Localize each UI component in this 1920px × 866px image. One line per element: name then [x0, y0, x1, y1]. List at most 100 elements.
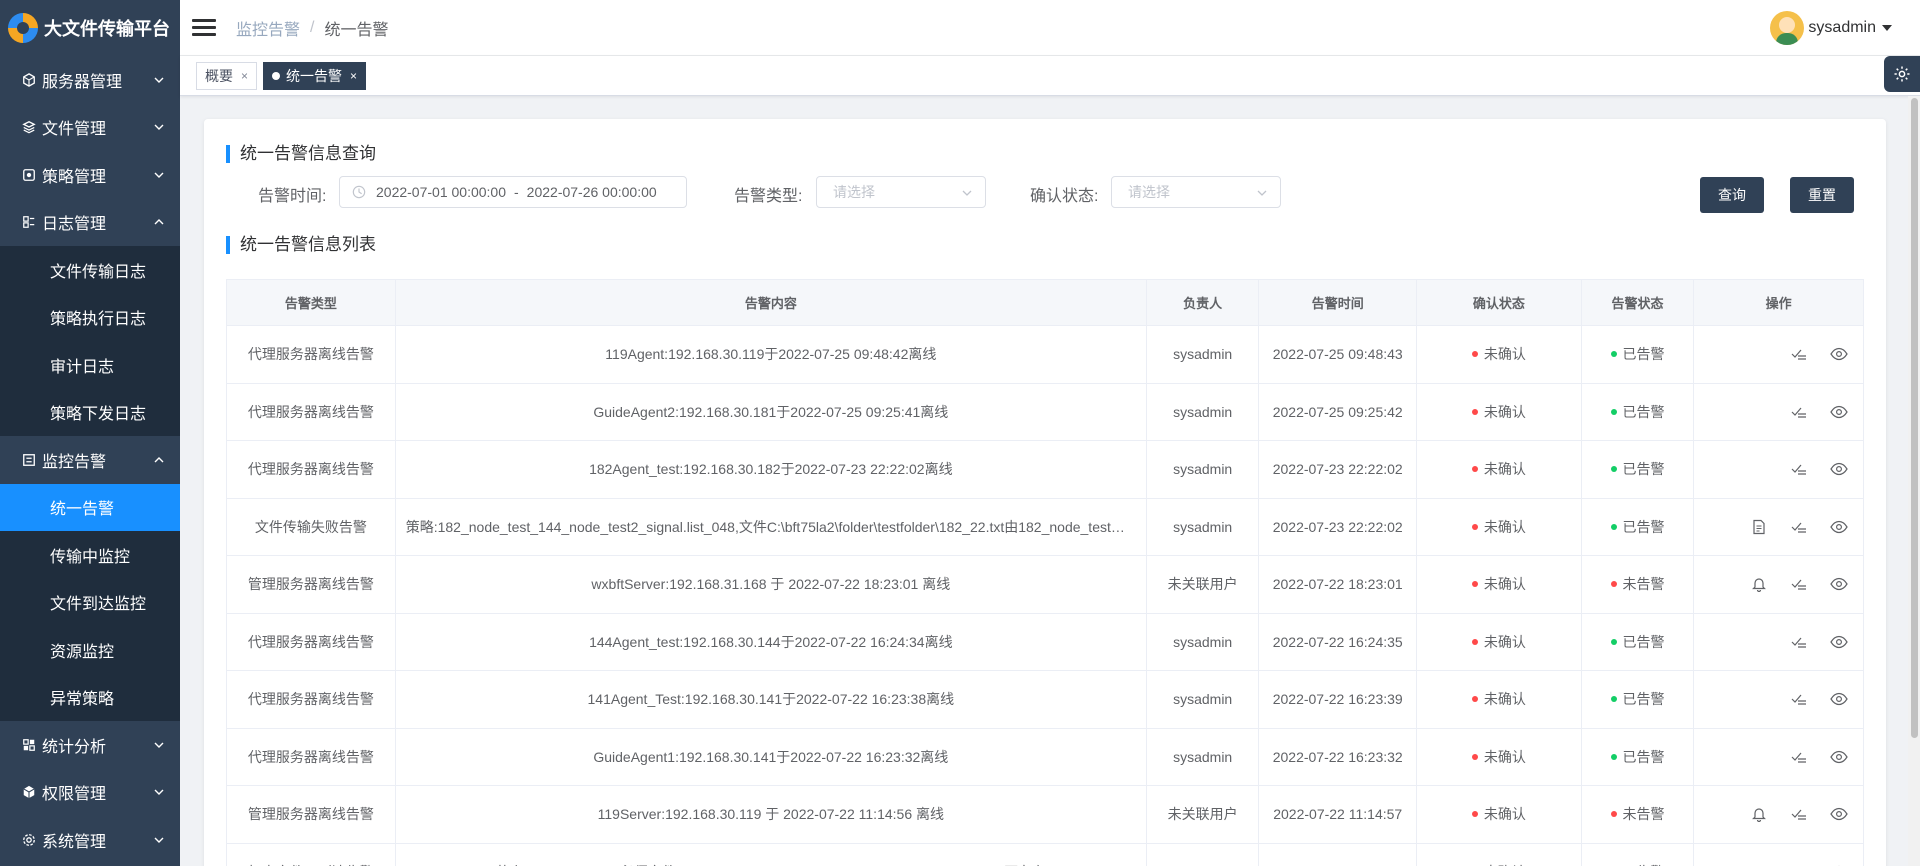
sidebar-subitem[interactable]: 传输中监控 [0, 531, 180, 579]
sidebar-item-5[interactable]: 统计分析 [0, 721, 180, 769]
bell-icon[interactable] [1749, 804, 1769, 824]
confirm-check-icon[interactable] [1789, 402, 1809, 422]
status-badge: 未确认 [1483, 461, 1526, 478]
confirm-check-icon[interactable] [1789, 747, 1809, 767]
col-alarm-content: 告警内容 [394, 279, 1147, 326]
cell-alarm-time: 2022-07-23 22:22:02 [1258, 497, 1418, 556]
view-eye-icon[interactable] [1829, 574, 1849, 594]
logo[interactable]: 大文件传输平台 [0, 0, 180, 56]
user-menu[interactable]: sysadmin [1770, 0, 1920, 56]
close-icon[interactable]: × [241, 69, 248, 83]
tags-view: 概要 × 统一告警 × [180, 56, 1920, 96]
view-eye-icon[interactable] [1829, 862, 1849, 866]
sidebar-subitem[interactable]: 策略执行日志 [0, 293, 180, 341]
sidebar-subitem[interactable]: 文件传输日志 [0, 246, 180, 294]
sidebar-subitem[interactable]: 文件到达监控 [0, 578, 180, 626]
sidebar-item-1[interactable]: 文件管理 [0, 104, 180, 152]
status-badge: 已告警 [1622, 748, 1665, 765]
table-row[interactable]: 代理服务器离线告警 119Agent:192.168.30.119于2022-07… [226, 325, 1864, 384]
view-eye-icon[interactable] [1829, 517, 1849, 537]
view-eye-icon[interactable] [1829, 344, 1849, 364]
status-dot-icon [1471, 351, 1478, 358]
bell-icon[interactable] [1749, 574, 1769, 594]
cell-confirm-status: 未确认 [1416, 785, 1582, 844]
logo-icon [8, 13, 38, 43]
sidebar-item-3[interactable]: 日志管理 [0, 199, 180, 247]
time-range-separator: - [514, 184, 519, 200]
confirm-check-icon[interactable] [1789, 632, 1809, 652]
sidebar-subitem[interactable]: 资源监控 [0, 626, 180, 674]
confirm-status-select[interactable]: 请选择 [1111, 176, 1281, 208]
confirm-check-icon[interactable] [1789, 517, 1809, 537]
chevron-down-icon [1257, 190, 1267, 196]
view-eye-icon[interactable] [1829, 689, 1849, 709]
confirm-check-icon[interactable] [1789, 459, 1809, 479]
sidebar-item-6[interactable]: 权限管理 [0, 769, 180, 817]
alarm-time-range-picker[interactable]: 2022-07-01 00:00:00 - 2022-07-26 00:00:0… [339, 176, 687, 208]
sidebar-item-0[interactable]: 服务器管理 [0, 56, 180, 104]
sidebar-subitem[interactable]: 策略下发日志 [0, 388, 180, 436]
table-row[interactable]: 文件传输失败告警 策略:182_node_test_144_node_test2_… [226, 497, 1864, 556]
table-row[interactable]: 代理服务器离线告警 141Agent_Test:192.168.30.141于20… [226, 670, 1864, 729]
sidebar-subitem[interactable]: 异常策略 [0, 673, 180, 721]
cell-alarm-time: 2022-07-23 22:22:02 [1258, 440, 1418, 499]
cell-alarm-type: 代理服务器离线告警 [226, 727, 396, 786]
breadcrumb-item-monitor[interactable]: 监控告警 [236, 16, 300, 40]
table-row[interactable]: 标志文件已到达告警节点：GuideNode1 必须文件:/home/bft75l… [226, 842, 1864, 866]
cell-alarm-content: wxbftServer:192.168.31.168 于 2022-07-22 … [394, 555, 1147, 614]
table-row[interactable]: 代理服务器离线告警 144Agent_test:192.168.30.144于20… [226, 612, 1864, 671]
confirm-check-icon[interactable] [1789, 574, 1809, 594]
scrollbar-thumb[interactable] [1911, 98, 1918, 738]
cell-alarm-status: 已告警 [1580, 440, 1695, 499]
hamburger-menu-icon[interactable] [192, 16, 216, 40]
policy-icon [22, 168, 36, 182]
sidebar-subitem[interactable]: 统一告警 [0, 483, 180, 531]
confirm-check-icon[interactable] [1789, 862, 1809, 866]
search-button[interactable]: 查询 [1700, 177, 1764, 213]
col-owner: 负责人 [1145, 279, 1260, 326]
status-badge: 已告警 [1622, 461, 1665, 478]
avatar [1770, 11, 1805, 45]
time-range-start[interactable]: 2022-07-01 00:00:00 [376, 184, 506, 200]
cell-actions [1693, 382, 1864, 441]
alarm-type-select[interactable]: 请选择 [816, 176, 986, 208]
status-badge: 未确认 [1483, 691, 1526, 708]
cell-alarm-status: 未告警 [1580, 555, 1695, 614]
app-root: 大文件传输平台 服务器管理 文件管理 策略管理 日志管理 文件传输日志 策略执行日志 审计日… [0, 0, 1920, 866]
cell-actions [1693, 440, 1864, 499]
cell-owner: sysadmin [1145, 727, 1260, 786]
view-eye-icon[interactable] [1829, 804, 1849, 824]
view-eye-icon[interactable] [1829, 402, 1849, 422]
close-icon[interactable]: × [350, 69, 357, 83]
status-badge: 已告警 [1622, 346, 1665, 363]
table-row[interactable]: 代理服务器离线告警 GuideAgent2:192.168.30.181于2022… [226, 382, 1864, 441]
table-row[interactable]: 管理服务器离线告警 wxbftServer:192.168.31.168 于 20… [226, 555, 1864, 614]
sidebar-item-4[interactable]: 监控告警 [0, 436, 180, 484]
page-scrollbar[interactable] [1908, 96, 1920, 866]
breadcrumb-item-current: 统一告警 [324, 21, 389, 39]
reset-button[interactable]: 重置 [1790, 177, 1854, 213]
confirm-check-icon[interactable] [1789, 804, 1809, 824]
table-row[interactable]: 代理服务器离线告警 GuideAgent1:192.168.30.141于2022… [226, 727, 1864, 786]
active-dot-icon [272, 71, 281, 80]
time-range-end[interactable]: 2022-07-26 00:00:00 [527, 184, 657, 200]
tag-overview[interactable]: 概要 × [196, 61, 258, 90]
sidebar-subitem[interactable]: 审计日志 [0, 341, 180, 389]
sidebar-item-7[interactable]: 系统管理 [0, 816, 180, 864]
chevron-down-icon [154, 742, 164, 748]
tag-unified-alarm[interactable]: 统一告警 × [263, 61, 367, 90]
document-icon[interactable] [1749, 517, 1769, 537]
view-eye-icon[interactable] [1829, 747, 1849, 767]
sidebar-item-label: 统计分析 [42, 738, 107, 756]
confirm-check-icon[interactable] [1789, 344, 1809, 364]
cell-alarm-time: 2022-07-22 11:02:56 [1258, 842, 1418, 866]
sidebar-item-2[interactable]: 策略管理 [0, 151, 180, 199]
confirm-check-icon[interactable] [1789, 689, 1809, 709]
status-dot-icon [1610, 408, 1617, 415]
view-eye-icon[interactable] [1829, 459, 1849, 479]
table-row[interactable]: 管理服务器离线告警 119Server:192.168.30.119 于 2022… [226, 785, 1864, 844]
table-row[interactable]: 代理服务器离线告警 182Agent_test:192.168.30.182于20… [226, 440, 1864, 499]
settings-gear-button[interactable] [1884, 56, 1920, 92]
cell-confirm-status: 未确认 [1416, 842, 1582, 866]
view-eye-icon[interactable] [1829, 632, 1849, 652]
